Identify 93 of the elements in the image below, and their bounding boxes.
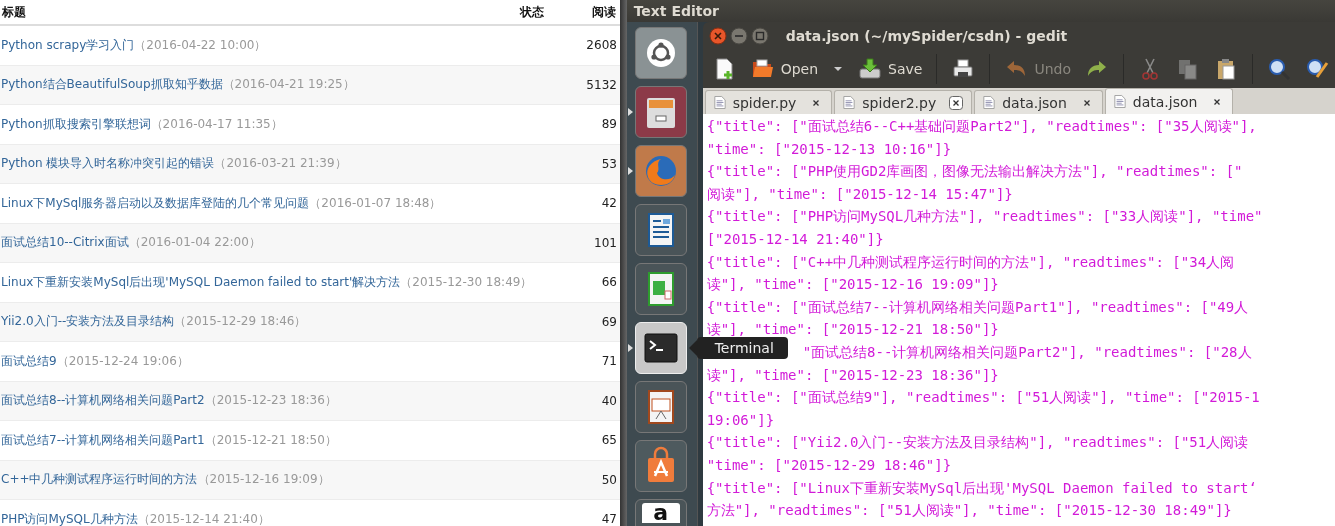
column-header: 状态 <box>518 3 545 21</box>
tab-label: data.json <box>1002 94 1067 111</box>
app-launcher-button[interactable] <box>634 440 687 492</box>
code-line: {"title": ["Linux下重新安装MySql后出现'MySQL Daemon failed to start‘ <box>706 479 1257 496</box>
post-date: （2016-04-22 10:00） <box>134 37 267 52</box>
post-title-link[interactable]: Python scrapy学习入门 <box>1 37 135 52</box>
open-button[interactable]: Open <box>744 53 825 85</box>
file-icon <box>1113 94 1126 109</box>
code-line: 阅读"], "time": ["2015-12-14 15:47"]} <box>706 185 1013 202</box>
tooltip-pointer-icon <box>688 340 697 356</box>
code-line: {"title": ["Yii2.0入门--安装方法及目录结构"], "readtimes": ["51人阅读 <box>706 434 1249 451</box>
code-line: "面试总结8--计算机网络相关问题Part2"], "readtimes": ["28人 <box>802 343 1252 360</box>
code-line: 读"], "time": ["2015-12-21 18:50"]} <box>706 321 999 338</box>
read-count: 2608 <box>585 38 618 53</box>
post-date: （2015-12-29 18:46） <box>174 314 307 329</box>
save-icon <box>858 57 883 81</box>
column-header: 标题 <box>1 3 27 21</box>
post-date: （2016-04-21 19:25） <box>222 77 355 92</box>
post-date: （2015-12-14 21:40） <box>137 511 270 526</box>
app-launcher-button[interactable]: a <box>634 499 687 526</box>
read-count: 66 <box>600 275 618 290</box>
file-icon <box>843 95 856 110</box>
post-title-link[interactable]: 面试总结10--Citrix面试 <box>1 235 129 250</box>
post-title-link[interactable]: 面试总结7--计算机网络相关问题Part1 <box>1 432 205 447</box>
post-title-link[interactable]: 面试总结8--计算机网络相关问题Part2 <box>1 393 205 408</box>
tab-label: data.json <box>1132 93 1198 110</box>
post-date: （2015-12-16 19:09） <box>197 472 330 487</box>
tab-label: spider2.py <box>862 94 937 111</box>
read-count: 69 <box>600 314 618 329</box>
save-button[interactable]: Save <box>852 53 929 85</box>
read-count: 89 <box>600 117 618 132</box>
post-title-link[interactable]: Python 模块导入时名称冲突引起的错误 <box>1 156 215 171</box>
minimize-icon[interactable] <box>729 27 748 45</box>
file-icon <box>983 95 996 110</box>
post-title-link[interactable]: PHP访问MySQL几种方法 <box>1 511 138 526</box>
code-line: {"title": ["面试总结9"], "readtimes": ["51人阅读"], "time": ["2015-1 <box>706 389 1260 406</box>
code-line: ["2015-12-14 21:40"]} <box>706 230 884 247</box>
post-title-link[interactable]: Linux下重新安装MySql后出现'MySQL Daemon failed to start'解决方法 <box>1 274 401 289</box>
search-icon <box>1267 57 1291 81</box>
code-line: {"title": ["面试总结6--C++基础问题Part2"], "readtimes": ["35人阅读"], <box>706 118 1257 134</box>
post-date: （2016-03-21 21:39） <box>214 156 347 171</box>
window-title: data.json (~/mySpider/csdn) - gedit <box>785 28 1068 44</box>
post-title-link[interactable]: Python抓取搜索引擎联想词 <box>1 116 151 131</box>
file-tab[interactable]: data.json <box>974 90 1103 114</box>
app-launcher-button[interactable] <box>634 263 687 315</box>
column-header: 阅读 <box>590 3 617 21</box>
app-title: Text Editor <box>633 3 720 19</box>
read-count: 101 <box>593 235 618 250</box>
tab-label: spider.py <box>732 94 797 111</box>
text-editor-area[interactable] <box>702 114 1335 526</box>
post-date: （2016-01-04 22:00） <box>128 235 261 250</box>
post-date: （2016-01-07 18:48） <box>309 195 442 210</box>
code-line: 方法"], "readtimes": ["51人阅读"], "time": ["2015-12-30 18:49"]} <box>706 502 1232 519</box>
post-date: （2015-12-24 19:06） <box>56 353 189 368</box>
file-tab[interactable]: spider2.py <box>834 90 973 114</box>
post-date: （2015-12-21 18:50） <box>204 432 337 447</box>
post-title-link[interactable]: C++中几种测试程序运行时间的方法 <box>1 472 198 487</box>
read-count: 40 <box>600 393 618 408</box>
close-icon[interactable] <box>949 95 964 110</box>
code-line: "time": ["2015-12-13 10:16"]} <box>706 140 952 157</box>
code-line: 读"], "time": ["2015-12-23 18:36"]} <box>706 366 999 383</box>
app-launcher-button[interactable] <box>634 204 687 256</box>
code-line: {"title": ["C++中几种测试程序运行时间的方法"], "readtimes": ["34人阅 <box>706 253 1235 270</box>
code-line: 19:06"]} <box>706 411 775 428</box>
code-line: 读"], "time": ["2015-12-16 19:09"]} <box>706 276 999 293</box>
tooltip: Terminal <box>688 337 788 359</box>
file-tab[interactable]: spider.py <box>704 90 833 114</box>
post-title-link[interactable]: Linux下MySql服务器启动以及数据库登陆的几个常见问题 <box>1 195 310 210</box>
code-line: {"title": ["面试总结7--计算机网络相关问题Part1"], "readtimes": ["49人 <box>706 298 1249 315</box>
read-count: 71 <box>600 354 618 369</box>
app-launcher-button[interactable] <box>634 381 687 433</box>
read-count: 53 <box>600 156 618 171</box>
read-count: 42 <box>600 196 618 211</box>
post-title-link[interactable]: Yii2.0入门--安装方法及目录结构 <box>1 314 175 329</box>
post-date: （2015-12-30 18:49） <box>400 274 533 289</box>
code-line: {"title": ["PHP访问MySQL几种方法"], "readtimes": ["33人阅读"], "time" <box>706 208 1263 225</box>
post-title-link[interactable]: Python结合BeautifulSoup抓取知乎数据 <box>1 77 223 92</box>
code-line: {"title": ["PHP使用GD2库画图，图像无法输出解决方法"], "readtimes": [" <box>706 163 1243 180</box>
file-icon <box>713 95 726 110</box>
read-count: 47 <box>600 512 618 526</box>
app-letter: a <box>641 503 680 523</box>
post-title-link[interactable]: 面试总结9 <box>1 353 57 368</box>
copy-icon <box>1176 57 1200 81</box>
file-tab[interactable]: data.json <box>1104 88 1234 114</box>
app-launcher-button[interactable] <box>634 86 687 138</box>
post-date: （2016-04-17 11:35） <box>150 116 283 131</box>
code-line: "time": ["2015-12-29 18:46"]} <box>706 456 952 473</box>
read-count: 5132 <box>585 77 618 92</box>
post-date: （2015-12-23 18:36） <box>204 393 337 408</box>
read-count: 50 <box>600 472 618 487</box>
maximize-icon[interactable] <box>750 27 769 45</box>
app-launcher-button[interactable] <box>634 27 687 79</box>
read-count: 65 <box>600 433 618 448</box>
